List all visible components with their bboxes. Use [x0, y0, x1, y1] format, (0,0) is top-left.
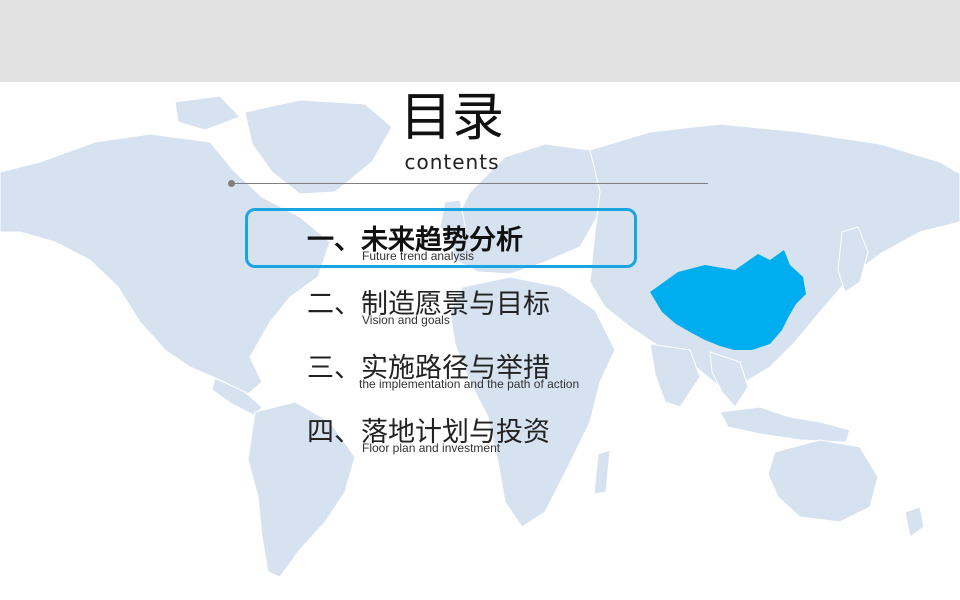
- toc-item-sublabel: the implementation and the path of actio…: [359, 377, 580, 391]
- page-subtitle: contents: [404, 150, 500, 174]
- new-zealand-shape: [904, 506, 925, 538]
- indonesia-shape: [719, 406, 851, 443]
- top-bar: [0, 0, 960, 82]
- arctic-islands-shape: [174, 95, 241, 131]
- page-title: 目录: [399, 88, 504, 148]
- toc-item-sublabel: Future trend analysis: [362, 249, 475, 263]
- toc-item-sublabel: Floor plan and investment: [362, 441, 501, 455]
- divider-dot: [228, 180, 235, 187]
- australia-shape: [767, 439, 879, 523]
- madagascar-shape: [593, 449, 611, 495]
- slide: 目录 contents 一、未来趋势分析 Future trend analys…: [0, 82, 960, 600]
- asia-shape: [589, 123, 960, 388]
- toc-item-sublabel: Vision and goals: [362, 313, 450, 327]
- title-divider: [232, 183, 708, 184]
